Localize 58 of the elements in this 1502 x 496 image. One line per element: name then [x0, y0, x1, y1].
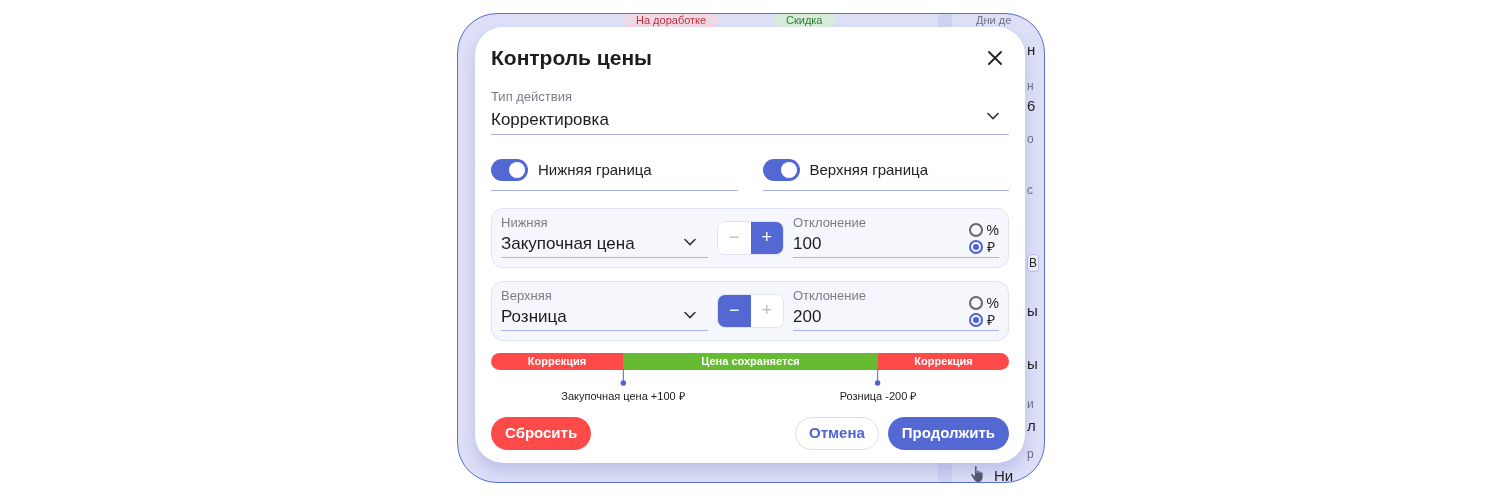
chevron-down-icon: [684, 237, 696, 246]
field-label: Тип действия: [491, 89, 574, 105]
toggle-label: Нижняя граница: [538, 160, 652, 180]
unit-label: %: [986, 221, 999, 238]
field-value: Корректировка: [491, 109, 609, 131]
background-text: о: [1027, 131, 1034, 147]
field-value: Закупочная цена: [501, 232, 635, 255]
scale-segment: Коррекция: [491, 352, 623, 370]
chevron-down-icon: [684, 310, 696, 319]
marker-label: Розница -200 ₽: [839, 388, 917, 404]
background-text: ы: [1027, 354, 1038, 374]
background-text: Дни де: [976, 14, 1012, 26]
deviation-input[interactable]: 100: [793, 231, 866, 256]
status-badge: На доработке: [624, 14, 719, 29]
background-text: н: [1027, 40, 1036, 60]
close-button[interactable]: [985, 48, 1005, 68]
scale-segment: Цена сохраняется: [623, 352, 878, 370]
marker-pin: [875, 368, 881, 386]
field-label: Отклонение: [793, 214, 866, 231]
field-value: Розница: [501, 305, 567, 328]
hand-cursor-icon: [970, 465, 986, 482]
field-label: Верхняя: [501, 287, 553, 304]
radio-button[interactable]: [968, 222, 983, 237]
marker-pin: [620, 368, 626, 386]
dialog-title: Контроль цены: [491, 45, 653, 72]
field-label: Отклонение: [793, 287, 866, 304]
status-badge: Скидка: [774, 14, 835, 29]
background-text: В: [1027, 254, 1039, 272]
marker-label: Закупочная цена +100 ₽: [561, 388, 685, 404]
cancel-button[interactable]: Отмена: [794, 416, 879, 450]
deviation-input[interactable]: 200: [793, 304, 866, 329]
scale-segment: Коррекция: [878, 352, 1009, 370]
toggle-label: Верхняя граница: [809, 160, 928, 180]
toggle-switch[interactable]: [762, 159, 800, 182]
radio-button[interactable]: [968, 239, 983, 254]
reset-button[interactable]: Сбросить: [491, 416, 592, 450]
unit-label: ₽: [986, 311, 995, 328]
bound-select[interactable]: Нижняя Закупочная цена: [501, 214, 708, 258]
unit-label: ₽: [986, 238, 995, 255]
chevron-down-icon: [987, 112, 999, 120]
action-type-select[interactable]: Тип действия Корректировка: [491, 89, 1009, 135]
field-label: Нижняя: [501, 214, 549, 231]
toggle-switch[interactable]: [491, 159, 528, 182]
stepper-button[interactable]: −: [718, 294, 751, 327]
background-text: и: [1027, 396, 1034, 412]
background-text: р: [1027, 446, 1034, 462]
stepper-button[interactable]: +: [750, 221, 783, 254]
background-text: ы: [1027, 301, 1038, 321]
background-text: Ни: [994, 466, 1014, 482]
radio-button[interactable]: [968, 312, 983, 327]
bound-select[interactable]: Верхняя Розница: [501, 287, 708, 331]
background-text: л: [1027, 416, 1036, 436]
radio-button[interactable]: [968, 295, 983, 310]
continue-button[interactable]: Продолжить: [887, 416, 1009, 450]
background-text: 6: [1027, 96, 1036, 116]
background-text: с: [1027, 182, 1033, 198]
background-text: н: [1027, 78, 1034, 94]
unit-label: %: [986, 294, 999, 311]
